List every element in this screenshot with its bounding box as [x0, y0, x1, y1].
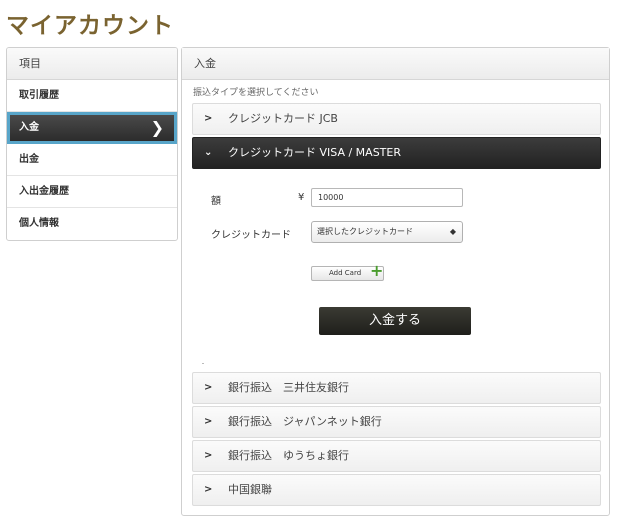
accordion-visa-master[interactable]: ⌄ クレジットカード VISA / MASTER: [192, 137, 601, 169]
chevron-right-icon: >: [204, 450, 213, 461]
sidebar: 項目 取引履歴 入金 ❯ 出金 入出金履歴 個人情報: [6, 47, 178, 241]
chevron-right-icon: >: [204, 416, 213, 427]
sidebar-item-label: 個人情報: [19, 218, 59, 229]
amount-input[interactable]: [311, 188, 463, 207]
accordion-label: クレジットカード JCB: [228, 112, 338, 125]
accordion-label: 銀行振込 ジャパンネット銀行: [228, 415, 382, 428]
accordion-label: クレジットカード VISA / MASTER: [228, 146, 401, 159]
card-select[interactable]: 選択したクレジットカード ◆: [311, 221, 463, 243]
sidebar-item-personal-info[interactable]: 個人情報: [7, 208, 177, 240]
accordion-jcb[interactable]: > クレジットカード JCB: [192, 103, 601, 135]
accordion-unionpay[interactable]: > 中国銀聯: [192, 474, 601, 506]
chevron-right-icon: >: [204, 484, 213, 495]
chevron-right-icon: >: [204, 382, 213, 393]
main-subtitle: 振込タイプを選択してください: [193, 88, 319, 98]
accordion-yucho[interactable]: > 銀行振込 ゆうちょ銀行: [192, 440, 601, 472]
chevron-right-icon: ❯: [150, 118, 164, 137]
select-arrows-icon: ◆: [449, 227, 456, 236]
currency-symbol: ¥: [298, 192, 305, 203]
sidebar-item-label: 入出金履歴: [19, 186, 69, 197]
amount-label: 額: [211, 196, 221, 207]
add-card-label: Add Card: [329, 269, 362, 277]
page-title: マイアカウント: [6, 13, 174, 39]
sidebar-item-label: 取引履歴: [19, 90, 59, 101]
accordion-label: 銀行振込 三井住友銀行: [228, 381, 349, 394]
chevron-right-icon: >: [204, 113, 213, 124]
accordion-label: 中国銀聯: [228, 483, 272, 496]
add-card-button[interactable]: Add Card +: [311, 261, 384, 281]
divider-dot: [202, 363, 204, 364]
sidebar-item-deposit[interactable]: 入金 ❯: [7, 112, 177, 144]
deposit-submit-button[interactable]: 入金する: [319, 307, 471, 335]
accordion-label: 銀行振込 ゆうちょ銀行: [228, 449, 349, 462]
card-label: クレジットカード: [211, 230, 291, 241]
sidebar-item-label: 入金: [19, 122, 39, 133]
main-panel: 入金 振込タイプを選択してください > クレジットカード JCB ⌄ クレジット…: [181, 47, 610, 516]
sidebar-item-withdraw[interactable]: 出金: [7, 144, 177, 176]
sidebar-item-history[interactable]: 取引履歴: [7, 80, 177, 112]
accordion-smbc[interactable]: > 銀行振込 三井住友銀行: [192, 372, 601, 404]
main-header: 入金: [182, 48, 609, 80]
card-select-value: 選択したクレジットカード: [317, 227, 413, 236]
chevron-down-icon: ⌄: [204, 147, 213, 158]
sidebar-item-label: 出金: [19, 154, 39, 165]
accordion-japannet[interactable]: > 銀行振込 ジャパンネット銀行: [192, 406, 601, 438]
plus-icon: +: [370, 261, 384, 280]
sidebar-header: 項目: [7, 48, 177, 80]
sidebar-item-transfer-history[interactable]: 入出金履歴: [7, 176, 177, 208]
